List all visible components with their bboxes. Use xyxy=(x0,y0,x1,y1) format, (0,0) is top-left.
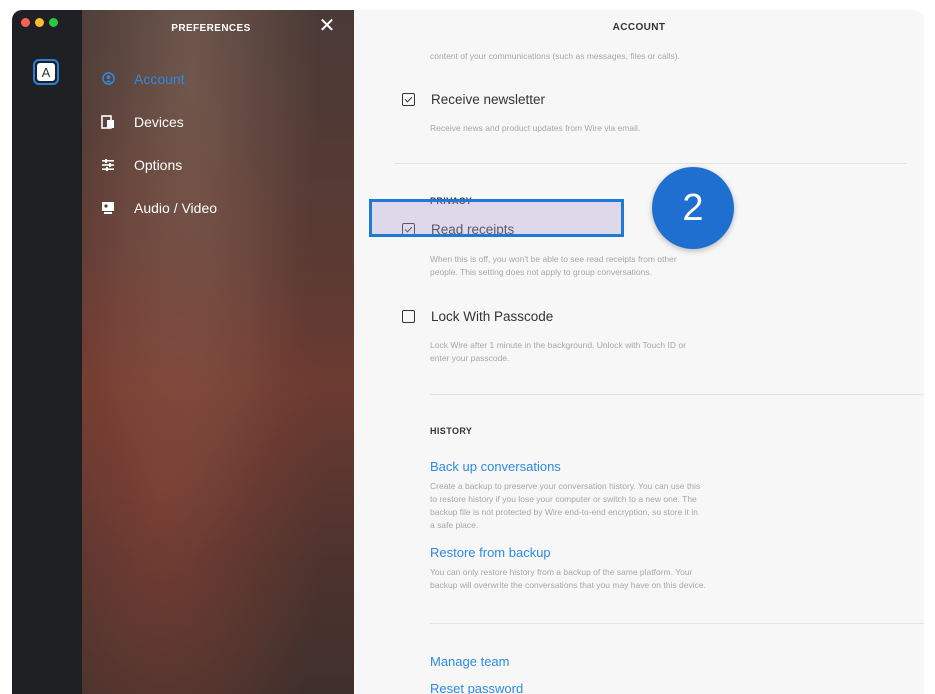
backup-description-line-4: a safe place. xyxy=(430,520,479,530)
newsletter-checkbox[interactable] xyxy=(402,93,415,106)
window-minimize-button[interactable] xyxy=(35,18,44,27)
divider xyxy=(430,394,924,395)
sidebar-item-account[interactable]: Account xyxy=(82,57,354,100)
sidebar-item-options[interactable]: Options xyxy=(82,143,354,186)
backup-conversations-link[interactable]: Back up conversations xyxy=(430,459,561,474)
app-window: A PREFERENCES ✕ Account Devices Options … xyxy=(12,10,924,694)
close-preferences-button[interactable]: ✕ xyxy=(317,15,337,37)
divider xyxy=(395,163,907,164)
account-avatar[interactable]: A xyxy=(33,59,59,85)
manage-team-link[interactable]: Manage team xyxy=(430,654,510,669)
lock-passcode-row: Lock With Passcode xyxy=(402,309,553,324)
newsletter-row: Receive newsletter xyxy=(402,92,545,107)
cut-off-description: content of your communications (such as … xyxy=(430,51,680,61)
read-receipts-description-line-1: When this is off, you won't be able to s… xyxy=(430,254,677,264)
lock-passcode-description-line-1: Lock Wire after 1 minute in the backgrou… xyxy=(430,340,686,350)
read-receipts-highlight xyxy=(369,199,624,237)
newsletter-description: Receive news and product updates from Wi… xyxy=(430,123,641,133)
newsletter-label: Receive newsletter xyxy=(431,92,546,107)
window-zoom-button[interactable] xyxy=(49,18,58,27)
restore-description-line-2: backup will overwrite the conversations … xyxy=(430,580,706,590)
account-icon xyxy=(100,71,116,87)
read-receipts-description-line-2: people. This setting does not apply to g… xyxy=(430,267,652,277)
backup-description-line-3: backup file is not protected by Wire end… xyxy=(430,507,698,517)
restore-description-line-1: You can only restore history from a back… xyxy=(430,567,693,577)
lock-passcode-checkbox[interactable] xyxy=(402,310,415,323)
sidebar-title: PREFERENCES xyxy=(171,23,251,34)
step-number-badge: 2 xyxy=(652,167,734,249)
window-close-button[interactable] xyxy=(21,18,30,27)
lock-passcode-label: Lock With Passcode xyxy=(431,309,554,324)
options-icon xyxy=(100,157,116,173)
preferences-sidebar: PREFERENCES ✕ Account Devices Options Au… xyxy=(82,10,354,694)
lock-passcode-description-line-2: enter your passcode. xyxy=(430,353,510,363)
history-section-title: HISTORY xyxy=(430,426,473,436)
devices-icon xyxy=(100,114,116,130)
sidebar-item-label: Options xyxy=(134,156,183,173)
traffic-lights xyxy=(21,18,58,27)
audio-video-icon xyxy=(100,200,116,216)
restore-backup-link[interactable]: Restore from backup xyxy=(430,545,551,560)
reset-password-link[interactable]: Reset password xyxy=(430,681,523,694)
divider xyxy=(430,623,924,624)
backup-description-line-1: Create a backup to preserve your convers… xyxy=(430,481,701,491)
sidebar-item-label: Devices xyxy=(134,113,184,130)
sidebar-item-label: Account xyxy=(134,70,185,87)
avatar-letter: A xyxy=(37,63,55,81)
page-title: ACCOUNT xyxy=(612,22,666,33)
backup-description-line-2: to restore history if you lose your comp… xyxy=(430,494,697,504)
preferences-nav: Account Devices Options Audio / Video xyxy=(82,57,354,229)
sidebar-item-label: Audio / Video xyxy=(134,199,218,216)
account-rail: A xyxy=(12,10,82,694)
sidebar-item-audio-video[interactable]: Audio / Video xyxy=(82,186,354,229)
account-settings-panel: ACCOUNT content of your communications (… xyxy=(354,10,924,694)
sidebar-item-devices[interactable]: Devices xyxy=(82,100,354,143)
